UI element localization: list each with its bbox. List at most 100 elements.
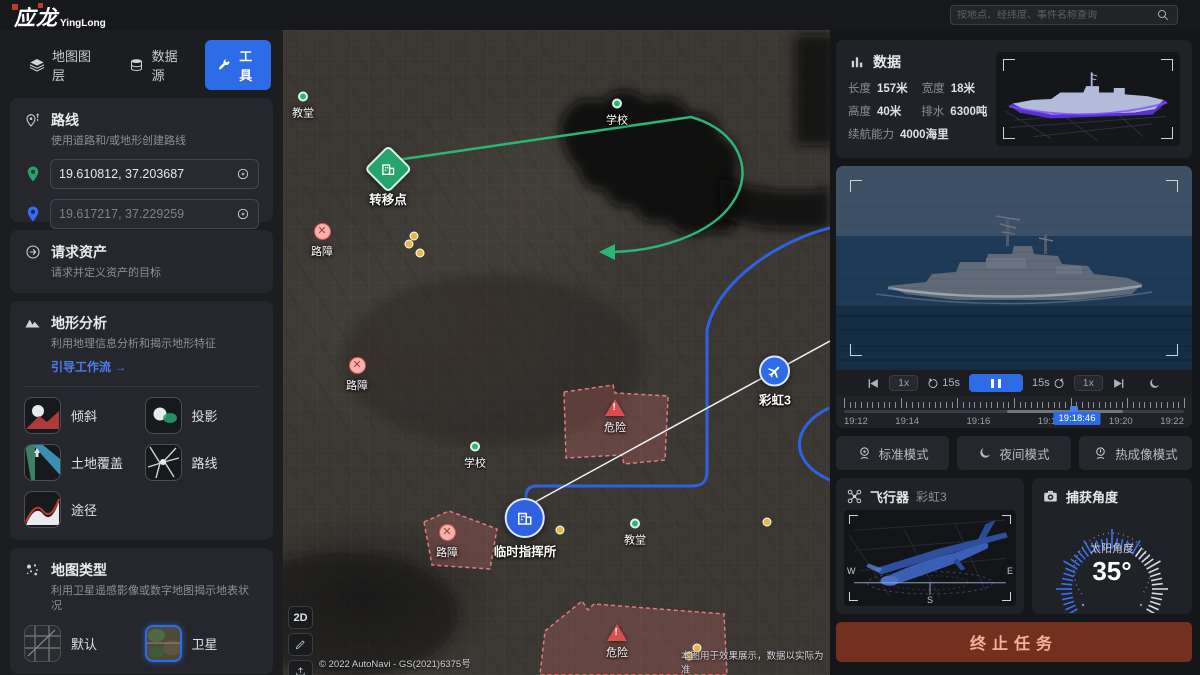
current-time-badge: 19:18:46 xyxy=(1054,412,1101,425)
frame-corner xyxy=(1003,127,1015,139)
tool-label: 默认 xyxy=(71,634,97,653)
guided-workflow-link[interactable]: 引导工作流 → xyxy=(51,358,126,375)
poi-yellow-dot[interactable] xyxy=(763,518,772,527)
spec-row: 高度40米 排水6300吨 xyxy=(848,103,986,119)
draw-button[interactable] xyxy=(288,633,313,656)
marker-roadblock-3[interactable]: ✕ 路障 xyxy=(436,524,458,560)
drone-icon xyxy=(846,488,863,505)
aircraft-card: 飞行器 彩虹3 W E S xyxy=(836,478,1024,614)
start-coordinate-input[interactable]: 19.610812, 37.203687 xyxy=(50,159,259,189)
drone-3d-view[interactable]: W E S xyxy=(844,510,1016,606)
map-type-title: 地图类型 xyxy=(51,560,107,580)
marker-roadblock-1[interactable]: ✕ 路障 xyxy=(311,223,333,259)
roadblock-icon: ✕ xyxy=(349,357,366,374)
frame-corner xyxy=(1002,515,1011,524)
end-coordinate-input[interactable]: 19.617217, 37.229259 xyxy=(50,199,259,229)
marker-transfer-point[interactable]: 转移点 xyxy=(369,152,407,208)
night-toggle-icon[interactable] xyxy=(1148,377,1161,390)
search-input[interactable] xyxy=(957,10,1154,21)
speed-forward[interactable]: 1x xyxy=(1074,375,1103,391)
mode-label: 夜间模式 xyxy=(999,444,1049,463)
green-dot-icon xyxy=(298,92,308,102)
marker-label: 路障 xyxy=(436,544,458,560)
map-type-satellite[interactable]: 卫星 xyxy=(145,625,260,662)
marker-church-1[interactable]: 教堂 xyxy=(292,92,314,121)
terrain-analysis-card: 地形分析 利用地理信息分析和揭示地形特征 引导工作流 → 倾斜 投影 土地覆盖 xyxy=(10,301,273,540)
video-feed[interactable] xyxy=(836,166,1192,370)
forward-15s-button[interactable]: 15s xyxy=(1032,377,1065,389)
transfer-diamond-icon xyxy=(364,145,412,193)
tab-map-layers[interactable]: 地图图层 xyxy=(18,40,108,90)
pause-button[interactable] xyxy=(969,374,1023,392)
aircraft-title: 飞行器 xyxy=(870,487,909,506)
mode-thermal-button[interactable]: 热成像模式 xyxy=(1079,436,1192,470)
terrain-tool-projection[interactable]: 投影 xyxy=(145,397,260,434)
skip-back-button[interactable] xyxy=(867,378,880,389)
terrain-tool-landcover[interactable]: 土地覆盖 xyxy=(24,444,139,481)
route-thumbnail xyxy=(145,444,182,481)
mountains-icon xyxy=(24,314,41,331)
playback-controls: 1x 15s 15s 1x xyxy=(836,370,1192,396)
route-pin-icon xyxy=(24,112,41,129)
marker-label: 危险 xyxy=(604,419,626,435)
bar-chart-icon xyxy=(848,54,865,71)
frame-corner xyxy=(850,344,862,356)
search-bar[interactable] xyxy=(950,5,1178,25)
marker-roadblock-2[interactable]: ✕ 路障 xyxy=(346,357,368,393)
mode-night-button[interactable]: 夜间模式 xyxy=(957,436,1070,470)
ship-photo-graphic xyxy=(836,166,1192,370)
danger-zone-3 xyxy=(424,511,497,569)
end-coordinate-value: 19.617217, 37.229259 xyxy=(59,207,184,221)
terrain-title: 地形分析 xyxy=(51,313,107,333)
warning-triangle-icon xyxy=(607,624,627,641)
command-post-icon xyxy=(505,498,545,538)
tool-label: 倾斜 xyxy=(71,406,97,425)
top-bar: 应龙 YingLong xyxy=(0,0,1200,30)
mode-standard-button[interactable]: 标准模式 xyxy=(836,436,949,470)
rewind-15s-button[interactable]: 15s xyxy=(927,377,960,389)
terrain-tool-route[interactable]: 路线 xyxy=(145,444,260,481)
data-title: 数据 xyxy=(873,52,901,72)
tab-tools[interactable]: 工具 xyxy=(205,40,271,90)
marker-school-1[interactable]: 学校 xyxy=(606,99,628,128)
tool-label: 土地覆盖 xyxy=(71,453,123,472)
path-thumbnail xyxy=(24,491,61,528)
terrain-tool-path[interactable]: 途径 xyxy=(24,491,139,528)
poi-yellow-dot[interactable] xyxy=(405,240,414,249)
frame-corner xyxy=(1002,592,1011,601)
poi-yellow-dot[interactable] xyxy=(416,249,425,258)
timeline-ruler[interactable] xyxy=(844,398,1184,408)
locate-icon[interactable] xyxy=(236,207,250,221)
map-type-default[interactable]: 默认 xyxy=(24,625,139,662)
map-canvas[interactable]: 教堂 学校 转移点 ✕ 路障 ✕ 路障 危险 学校 ✕ 路障 临时指挥所 教堂 xyxy=(283,30,830,675)
terminate-mission-button[interactable]: 终止任务 xyxy=(836,622,1192,662)
frame-corner xyxy=(1166,180,1178,192)
speed-back[interactable]: 1x xyxy=(889,375,918,391)
marker-church-2[interactable]: 教堂 xyxy=(624,519,646,548)
marker-drone[interactable]: 彩虹3 xyxy=(759,356,791,409)
terrain-tool-slope[interactable]: 倾斜 xyxy=(24,397,139,434)
mode-label: 热成像模式 xyxy=(1115,444,1178,463)
layers-icon xyxy=(28,57,45,74)
export-button[interactable] xyxy=(288,660,313,675)
map-copyright: © 2022 AutoNavi - GS(2021)6375号 xyxy=(319,656,471,670)
request-asset-subtitle: 请求并定义资产的目标 xyxy=(51,266,259,281)
search-icon[interactable] xyxy=(1154,7,1171,24)
poi-yellow-dot[interactable] xyxy=(556,526,565,535)
tab-label: 工具 xyxy=(239,46,261,84)
view-2d-button[interactable]: 2D xyxy=(288,606,313,629)
marker-danger-1[interactable]: 危险 xyxy=(604,399,626,435)
logo-en: YingLong xyxy=(60,18,106,29)
request-asset-card[interactable]: 请求资产 请求并定义资产的目标 xyxy=(10,230,273,293)
timeline-track[interactable] xyxy=(844,410,1184,413)
marker-danger-2[interactable]: 危险 xyxy=(606,624,628,660)
marker-command-post[interactable]: 临时指挥所 xyxy=(494,498,557,560)
skip-forward-button[interactable] xyxy=(1112,378,1125,389)
marker-label: 学校 xyxy=(464,455,486,471)
tab-datasource[interactable]: 数据源 xyxy=(118,40,196,90)
default-map-thumbnail xyxy=(24,625,61,662)
locate-icon[interactable] xyxy=(236,167,250,181)
timestamp: 19:22 xyxy=(1160,416,1184,427)
marker-school-2[interactable]: 学校 xyxy=(464,442,486,471)
frame-corner xyxy=(849,515,858,524)
